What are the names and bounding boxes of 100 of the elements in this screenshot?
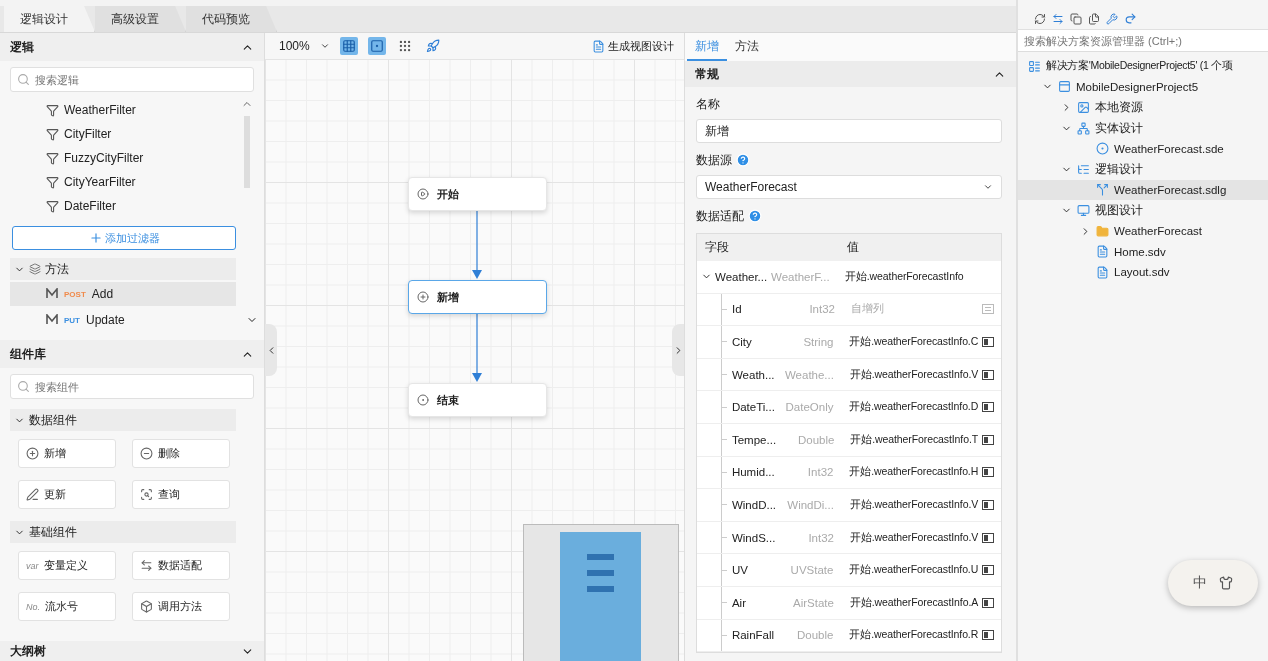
filter-item[interactable]: CityFilter: [0, 122, 238, 146]
column-header: 字段: [704, 239, 730, 256]
panel-title: 逻辑: [10, 38, 34, 56]
binding-icon[interactable]: [982, 532, 994, 543]
filter-item[interactable]: DateFilter: [0, 194, 238, 218]
table-cell-text: 开始.weatherForecastInfo.A: [848, 595, 979, 610]
tree-item[interactable]: WeatherForecast.sdlg: [1018, 179, 1268, 201]
search-field[interactable]: 搜索解决方案资源管理器 (Ctrl+;): [1018, 30, 1268, 52]
document-icon: [592, 39, 605, 53]
component-button[interactable]: 新增: [18, 439, 116, 468]
field-label: 名称: [696, 95, 720, 113]
page-icon: [1096, 265, 1109, 279]
component-button[interactable]: 删除: [132, 439, 230, 468]
scrollbar-thumb[interactable]: [244, 116, 250, 188]
panel-title: 大纲树: [10, 642, 46, 660]
filter-item[interactable]: CityYearFilter: [0, 170, 238, 194]
table-cell: Tempe...: [731, 433, 777, 446]
table-cell-text: RainFall: [731, 629, 776, 642]
dropdown-icon: [983, 182, 993, 192]
flow-node[interactable]: 结束: [408, 383, 547, 417]
minimap-drawing[interactable]: [523, 524, 679, 661]
tree-item[interactable]: Home.sdv: [1018, 241, 1268, 262]
method-item[interactable]: POST Add: [10, 282, 236, 306]
binding-icon[interactable]: [982, 434, 994, 445]
binding-icon[interactable]: [982, 337, 994, 347]
component-label: 查询: [158, 487, 180, 502]
snap-button[interactable]: [367, 37, 386, 55]
zoom-level[interactable]: 100%: [279, 39, 310, 53]
filter-item[interactable]: FuzzyCityFilter: [0, 146, 238, 170]
page-icon: [1096, 245, 1109, 259]
help-icon[interactable]: [736, 153, 750, 167]
flow-node[interactable]: 开始: [408, 177, 547, 211]
wrench-icon[interactable]: [1106, 12, 1118, 25]
grid-button[interactable]: [339, 37, 358, 55]
image-icon: [1077, 101, 1090, 114]
panel-header[interactable]: 组件库: [0, 340, 264, 368]
editor-tab[interactable]: 代码预览: [186, 6, 277, 32]
binding-icon[interactable]: [982, 369, 994, 380]
add-filter-button[interactable]: 添加过滤器: [12, 226, 236, 250]
tree-item[interactable]: Layout.sdv: [1018, 261, 1268, 283]
property-tab[interactable]: 方法: [727, 33, 767, 61]
flow-node[interactable]: 新增: [408, 280, 547, 314]
binding-icon[interactable]: [982, 565, 994, 576]
component-button[interactable]: var 变量定义: [18, 551, 116, 580]
component-button[interactable]: No. 流水号: [18, 592, 116, 621]
table-cell-text: 开始.weatherForecastInfo.R: [848, 628, 979, 643]
component-button[interactable]: 调用方法: [132, 592, 230, 621]
binding-icon[interactable]: [982, 499, 994, 510]
method-item[interactable]: PUT Update: [10, 308, 236, 332]
folder-icon: [1096, 224, 1109, 238]
section-header[interactable]: 常规: [685, 61, 1016, 87]
table-cell-text: Air: [731, 596, 747, 609]
tree-item[interactable]: 本地资源: [1018, 97, 1268, 118]
component-label: 变量定义: [43, 558, 88, 573]
help-icon[interactable]: [748, 209, 762, 223]
dropdown-icon[interactable]: [319, 41, 330, 51]
tree-item[interactable]: MobileDesignerProject5: [1018, 76, 1268, 98]
tree-item[interactable]: WeatherForecast: [1018, 220, 1268, 242]
binding-icon[interactable]: [982, 467, 994, 478]
component-label: 新增: [44, 446, 66, 461]
group-header[interactable]: 数据组件: [10, 409, 236, 431]
tree-item[interactable]: WeatherForecast.sde: [1018, 138, 1268, 159]
group-header[interactable]: 方法: [10, 258, 236, 280]
search-field[interactable]: 搜索逻辑: [10, 67, 254, 92]
arrow-icon[interactable]: [1124, 12, 1137, 25]
collapse-handle[interactable]: [672, 324, 684, 376]
collapse-handle[interactable]: [265, 324, 277, 376]
component-button[interactable]: 数据适配: [132, 551, 230, 580]
datasource-dropdown[interactable]: WeatherForecast: [696, 175, 1002, 199]
table-cell-text: Weathe...: [783, 368, 835, 381]
component-button[interactable]: 更新: [18, 480, 116, 509]
filter-item[interactable]: WeatherFilter: [0, 98, 238, 122]
group-title: 方法: [45, 260, 69, 278]
table-cell: WindD...: [731, 498, 777, 511]
editor-tab[interactable]: 逻辑设计: [4, 6, 95, 32]
tree-item[interactable]: 视图设计: [1018, 200, 1268, 221]
tree-item[interactable]: 解决方案'MobileDesignerProject5' (1 个项: [1018, 56, 1268, 77]
table-cell-text: Weather...: [715, 270, 769, 283]
generate-view-button[interactable]: 生成视图设计: [592, 38, 674, 54]
search-field[interactable]: 搜索组件: [10, 374, 254, 399]
tree-item[interactable]: 实体设计: [1018, 117, 1268, 139]
name-field[interactable]: 新增: [696, 119, 1002, 143]
tree-item[interactable]: 逻辑设计: [1018, 158, 1268, 180]
branch-icon: [1096, 183, 1109, 197]
table-cell-text: AirState: [792, 596, 835, 609]
ime-widget[interactable]: 中: [1168, 560, 1258, 606]
arrows-icon: [140, 559, 153, 572]
panel-header[interactable]: 大纲树: [0, 641, 264, 661]
refresh-icon[interactable]: [1034, 12, 1046, 25]
connector-arrow: [471, 211, 483, 280]
sync-icon[interactable]: [1052, 12, 1064, 25]
badge-label: var: [26, 560, 39, 571]
binding-icon[interactable]: [982, 597, 994, 608]
files-icon[interactable]: [1088, 12, 1100, 25]
editor-tab[interactable]: 高级设置: [95, 6, 186, 32]
component-button[interactable]: 查询: [132, 480, 230, 509]
binding-icon[interactable]: [982, 630, 994, 641]
binding-icon[interactable]: [982, 402, 994, 413]
panel-header[interactable]: 逻辑: [0, 33, 264, 61]
group-header[interactable]: 基础组件: [10, 521, 236, 543]
